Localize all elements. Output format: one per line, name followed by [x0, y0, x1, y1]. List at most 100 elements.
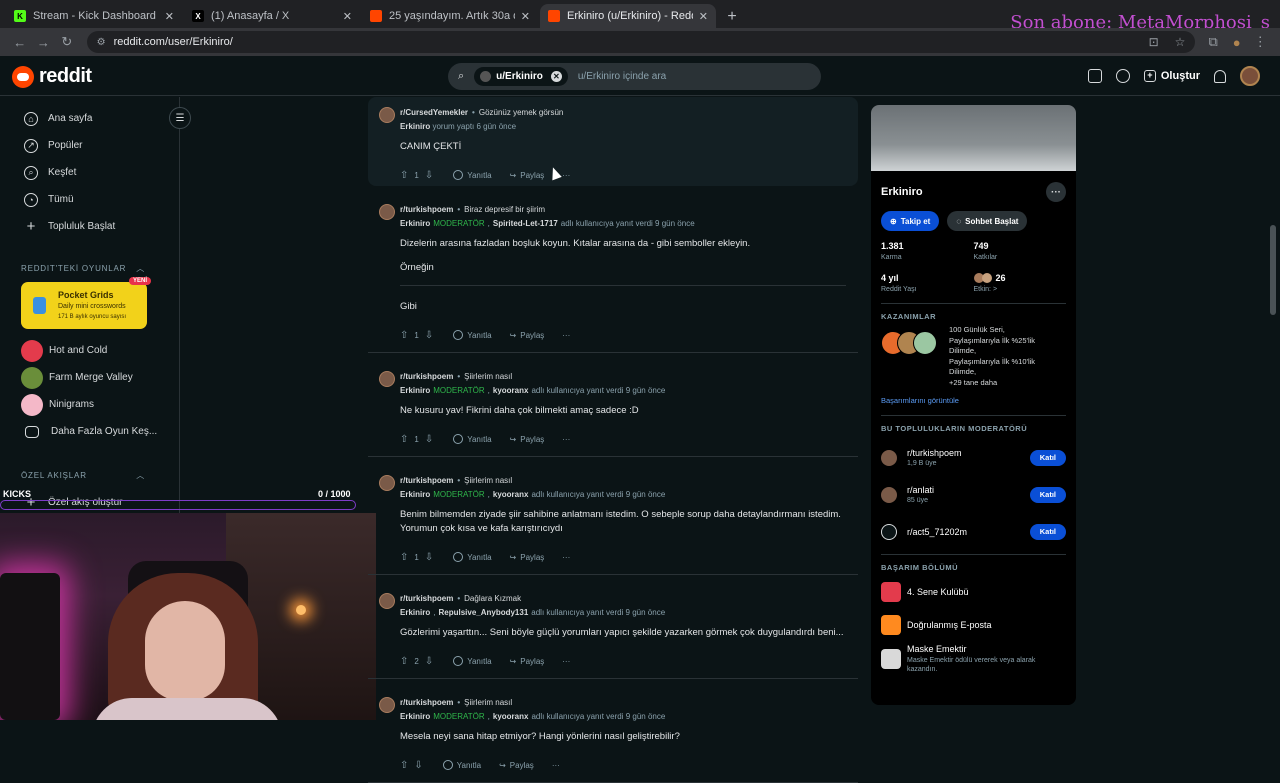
install-icon[interactable]: ⊡	[1149, 35, 1159, 49]
reply-to-user[interactable]: kyooranx	[493, 386, 529, 395]
start-chat-button[interactable]: ◌ Sohbet Başlat	[947, 211, 1028, 231]
comment-author[interactable]: Erkiniro	[400, 608, 430, 617]
comment-card[interactable]: r/turkishpoem • Biraz depresif bir şiirim E…	[368, 194, 858, 353]
downvote-icon[interactable]: ⇩	[425, 330, 433, 341]
browser-tab[interactable]: 25 yaşındayım. Artık 30a daha... ✕	[362, 4, 538, 28]
community-name[interactable]: r/turkishpoem	[907, 448, 1030, 458]
upvote-icon[interactable]: ⇧	[400, 434, 408, 445]
sidebar-item-popular[interactable]: ↗ Popüler	[0, 132, 179, 159]
tab-close-icon[interactable]: ✕	[165, 10, 174, 23]
moderated-community[interactable]: r/anlati 85 üye Katıl	[881, 476, 1066, 513]
more-options-button[interactable]: ···	[562, 553, 570, 562]
subreddit-link[interactable]: r/CursedYemekler	[400, 108, 468, 117]
sidebar-game-item[interactable]: Hot and Cold	[0, 337, 179, 364]
follow-button[interactable]: ⊕ Takip et	[881, 211, 940, 231]
upvote-icon[interactable]: ⇧	[400, 330, 408, 341]
create-button[interactable]: + Oluştur	[1143, 70, 1200, 82]
join-button[interactable]: Katıl	[1029, 449, 1066, 466]
upvote-icon[interactable]: ⇧	[400, 760, 408, 771]
subreddit-link[interactable]: r/turkishpoem	[400, 594, 453, 603]
tab-close-icon[interactable]: ✕	[343, 10, 352, 23]
subreddit-link[interactable]: r/turkishpoem	[400, 372, 453, 381]
moderated-community[interactable]: r/turkishpoem 1,9 B üye Katıl	[881, 439, 1066, 476]
page-scrollbar[interactable]	[1270, 225, 1276, 315]
reply-to-user[interactable]: Repulsive_Anybody131	[438, 608, 528, 617]
reply-button[interactable]: Yanıtla	[453, 552, 492, 562]
new-tab-icon[interactable]: +	[722, 6, 742, 28]
site-info-icon[interactable]: ⚙	[97, 37, 106, 48]
browser-menu-icon[interactable]: ⋮	[1248, 34, 1272, 50]
reply-button[interactable]: Yanıtla	[453, 330, 492, 340]
subreddit-link[interactable]: r/turkishpoem	[400, 476, 453, 485]
collapse-sidebar-button[interactable]: ☰	[169, 107, 191, 129]
extensions-icon[interactable]: ⧉	[1201, 34, 1225, 50]
achievement-item[interactable]: Doğrulanmış E-posta	[881, 611, 1066, 638]
ads-icon[interactable]	[1087, 69, 1102, 83]
post-title-link[interactable]: Biraz depresif bir şiirim	[464, 205, 545, 214]
reply-button[interactable]: Yanıtla	[453, 656, 492, 666]
user-avatar[interactable]	[1240, 66, 1260, 86]
reply-to-user[interactable]: kyooranx	[493, 712, 529, 721]
profile-more-button[interactable]: ···	[1046, 182, 1066, 202]
community-name[interactable]: r/act5_71202m	[907, 527, 1030, 537]
custom-feeds-header[interactable]: ÖZEL AKIŞLAR ︿	[0, 467, 179, 483]
sidebar-item-plus[interactable]: + Topluluk Başlat	[0, 213, 179, 240]
achievement-item[interactable]: 4. Sene Kulübü	[881, 578, 1066, 605]
comment-author[interactable]: Erkiniro	[400, 386, 430, 395]
community-name[interactable]: r/anlati	[907, 485, 1030, 495]
browser-tab[interactable]: Erkiniro (u/Erkiniro) - Reddit ✕	[540, 4, 716, 28]
post-title-link[interactable]: Şiirlerim nasıl	[464, 698, 512, 707]
comment-author[interactable]: Erkiniro	[400, 712, 430, 721]
downvote-icon[interactable]: ⇩	[425, 434, 433, 445]
search-bar[interactable]: ⌕ u/Erkiniro ✕ u/Erkiniro içinde ara	[448, 63, 821, 90]
downvote-icon[interactable]: ⇩	[425, 656, 433, 667]
share-button[interactable]: ↪ Paylaş	[510, 657, 545, 666]
sidebar-item-all[interactable]: ◔ Tümü	[0, 186, 179, 213]
sidebar-game-item[interactable]: Farm Merge Valley	[0, 364, 179, 391]
comment-author[interactable]: Erkiniro	[400, 219, 430, 228]
url-field[interactable]: ⚙ reddit.com/user/Erkiniro/ ⊡ ☆	[86, 31, 1196, 53]
pocket-grids-card[interactable]: YENİ Pocket Grids Daily mini crosswords …	[21, 277, 151, 329]
reply-button[interactable]: Yanıtla	[453, 434, 492, 444]
reload-icon[interactable]: ↻	[55, 34, 79, 50]
post-title-link[interactable]: Şiirlerim nasıl	[464, 372, 512, 381]
subreddit-link[interactable]: r/turkishpoem	[400, 698, 453, 707]
comment-card[interactable]: r/turkishpoem • Şiirlerim nasıl Erkiniro MOD…	[368, 361, 858, 457]
reply-button[interactable]: Yanıtla	[442, 760, 481, 770]
post-title-link[interactable]: Şiirlerim nasıl	[464, 476, 512, 485]
reddit-logo[interactable]: reddit	[12, 65, 92, 88]
share-button[interactable]: ↪ Paylaş	[499, 761, 534, 770]
tab-close-icon[interactable]: ✕	[521, 10, 530, 23]
more-options-button[interactable]: ···	[562, 331, 570, 340]
post-title-link[interactable]: Gözünüz yemek görsün	[479, 108, 564, 117]
join-button[interactable]: Katıl	[1029, 523, 1066, 540]
downvote-icon[interactable]: ⇩	[425, 552, 433, 563]
share-button[interactable]: ↪ Paylaş	[510, 553, 545, 562]
post-title-link[interactable]: Dağlara Kızmak	[464, 594, 521, 603]
more-options-button[interactable]: ···	[562, 657, 570, 666]
share-button[interactable]: ↪ Paylaş	[510, 331, 545, 340]
browser-tab[interactable]: K Stream - Kick Dashboard ✕	[6, 4, 182, 28]
sidebar-game-item[interactable]: Ninigrams	[0, 391, 179, 418]
notifications-icon[interactable]	[1214, 69, 1226, 83]
forward-icon[interactable]: →	[32, 35, 56, 50]
games-section-header[interactable]: REDDIT'TEKİ OYUNLAR ︿	[0, 260, 179, 276]
active-in-stat[interactable]: 26 Etkin: >	[973, 273, 1067, 293]
reply-to-user[interactable]: Spirited-Let-1717	[493, 219, 558, 228]
sidebar-item-explore[interactable]: ⌕ Keşfet	[0, 159, 179, 186]
search-scope-chip[interactable]: u/Erkiniro ✕	[474, 67, 568, 86]
more-options-button[interactable]: ···	[562, 435, 570, 444]
sidebar-item-home[interactable]: ⌂ Ana sayfa	[0, 105, 179, 132]
comment-author[interactable]: Erkiniro	[400, 122, 430, 131]
upvote-icon[interactable]: ⇧	[400, 170, 408, 181]
tab-close-icon[interactable]: ✕	[699, 10, 708, 23]
downvote-icon[interactable]: ⇩	[414, 760, 422, 771]
chat-icon[interactable]	[1115, 69, 1130, 83]
share-button[interactable]: ↪ Paylaş	[510, 171, 545, 180]
achievement-item[interactable]: Maske Emektir Maske Emektir ödülü vererek…	[881, 644, 1066, 674]
browser-tab[interactable]: X (1) Anasayfa / X ✕	[184, 4, 360, 28]
comment-card[interactable]: r/turkishpoem • Şiirlerim nasıl Erkiniro MOD…	[368, 465, 858, 575]
comment-card[interactable]: r/turkishpoem • Şiirlerim nasıl Erkiniro MOD…	[368, 687, 858, 783]
upvote-icon[interactable]: ⇧	[400, 656, 408, 667]
comment-author[interactable]: Erkiniro	[400, 490, 430, 499]
